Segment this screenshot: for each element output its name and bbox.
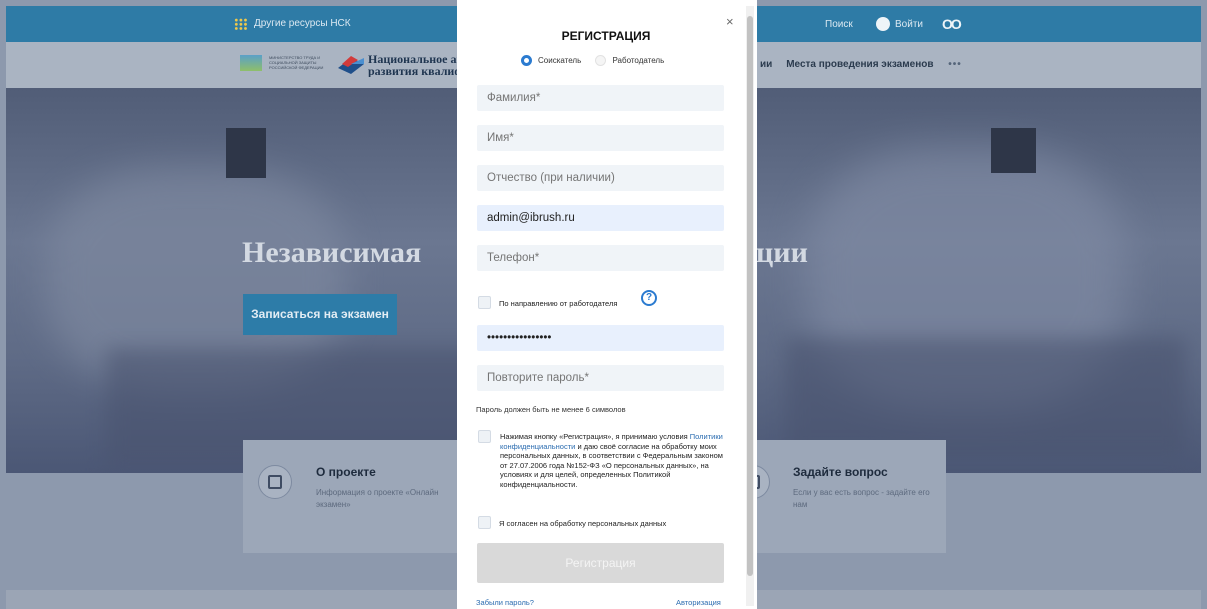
card-description: Информация о проекте «Онлайн экзамен»	[316, 488, 439, 509]
agency-name[interactable]: Национальное аг развития квалиф	[368, 53, 458, 77]
nav-item-partial[interactable]: ии	[760, 59, 772, 70]
consent-text: Нажимая кнопку «Регистрация», я принимаю…	[500, 432, 728, 489]
search-link[interactable]: Поиск	[825, 19, 853, 30]
password-hint: Пароль должен быть не менее 6 символов	[476, 405, 626, 414]
nav-menu: ии Места проведения экзаменов •••	[760, 59, 962, 70]
personal-data-checkbox[interactable]	[478, 516, 491, 529]
hero-title: Независимая	[242, 236, 422, 269]
login-link[interactable]: Войти	[895, 19, 923, 30]
document-icon	[258, 465, 292, 499]
password-field[interactable]	[477, 325, 724, 351]
email-field[interactable]	[477, 205, 724, 231]
modal-title: РЕГИСТРАЦИЯ	[561, 29, 651, 43]
hero-title-end: ции	[756, 236, 808, 269]
modal-scrollbar[interactable]	[746, 6, 754, 606]
about-project-card[interactable]: О проекте Информация о проекте «Онлайн э…	[243, 440, 459, 553]
radio-employer[interactable]	[595, 55, 607, 66]
consent-text-part1: Нажимая кнопку «Регистрация», я принимаю…	[500, 432, 690, 441]
register-exam-button[interactable]: Записаться на экзамен	[243, 294, 397, 335]
card-title: Задайте вопрос	[793, 465, 888, 479]
personal-data-label[interactable]: Я согласен на обработку персональных дан…	[499, 519, 666, 528]
forgot-password-link[interactable]: Забыли пароль?	[476, 598, 534, 607]
phone-field[interactable]	[477, 245, 724, 271]
ask-question-card[interactable]: Задайте вопрос Если у вас есть вопрос - …	[736, 440, 946, 553]
policy-checkbox[interactable]	[478, 430, 491, 443]
lastname-field[interactable]	[477, 85, 724, 111]
agency-name-line2: развития квалиф	[368, 64, 458, 77]
card-description: Если у вас есть вопрос - задайте его нам	[793, 488, 930, 509]
user-icon[interactable]	[876, 17, 890, 31]
card-title: О проекте	[316, 465, 376, 479]
firstname-field[interactable]	[477, 125, 724, 151]
more-menu-icon[interactable]: •••	[948, 59, 962, 70]
ministry-logo[interactable]	[240, 55, 262, 71]
employer-direction-checkbox[interactable]	[478, 296, 491, 309]
nav-item-exam-places[interactable]: Места проведения экзаменов	[786, 59, 933, 70]
radio-applicant[interactable]	[521, 55, 532, 66]
scrollbar-thumb[interactable]	[747, 16, 753, 576]
help-icon[interactable]: ?	[641, 290, 657, 306]
middlename-field[interactable]	[477, 165, 724, 191]
password-repeat-field[interactable]	[477, 365, 724, 391]
other-resources-link[interactable]: Другие ресурсы НСК	[254, 18, 351, 29]
role-radio-group: Соискатель Работодатель	[521, 55, 664, 66]
radio-applicant-label[interactable]: Соискатель	[538, 56, 581, 65]
registration-modal: × РЕГИСТРАЦИЯ Соискатель Работодатель По…	[457, 0, 757, 609]
accessibility-glasses-icon[interactable]: OO	[942, 16, 962, 32]
authorization-link[interactable]: Авторизация	[676, 598, 721, 607]
close-icon[interactable]: ×	[726, 14, 734, 29]
apps-grid-icon[interactable]	[234, 18, 248, 30]
radio-employer-label[interactable]: Работодатель	[612, 56, 664, 65]
register-button[interactable]: Регистрация	[477, 543, 724, 583]
agency-logo[interactable]	[338, 54, 364, 74]
ministry-name: МИНИСТЕРСТВО ТРУДА И СОЦИАЛЬНОЙ ЗАЩИТЫ Р…	[269, 55, 324, 70]
employer-direction-label[interactable]: По направлению от работодателя	[499, 299, 617, 308]
